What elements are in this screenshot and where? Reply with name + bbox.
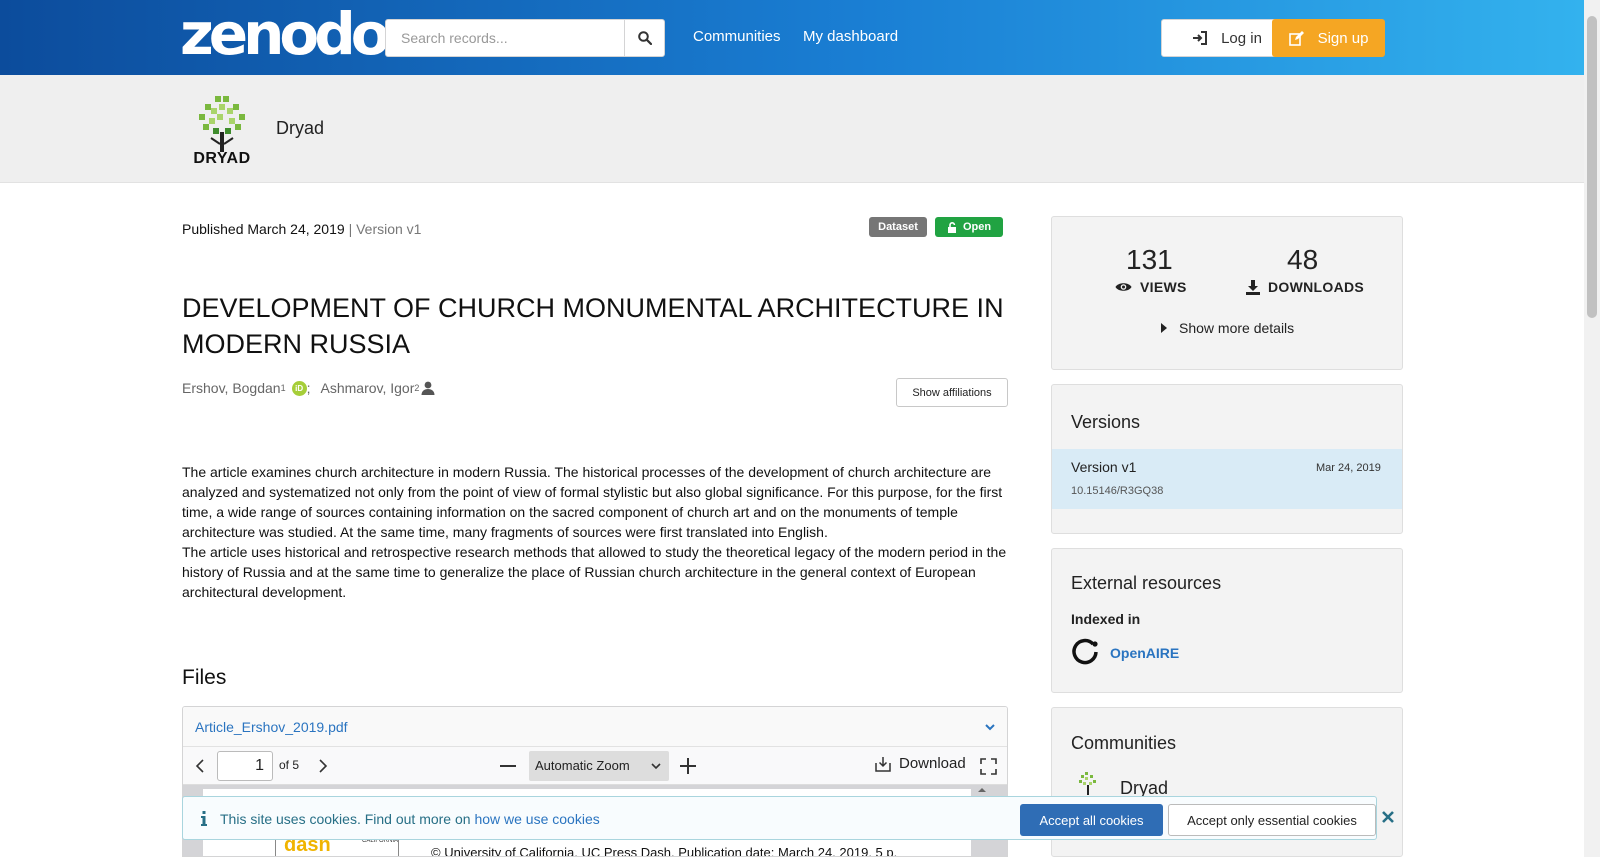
abstract: The article examines church architecture… [182, 462, 1012, 602]
files-heading: Files [182, 666, 227, 689]
sign-in-icon [1193, 31, 1208, 45]
eye-icon [1115, 283, 1132, 291]
search-icon [637, 31, 652, 45]
zenodo-logo[interactable]: zenodo [180, 4, 391, 64]
next-page-icon[interactable] [318, 759, 328, 773]
author-name[interactable]: Ashmarov, Igor [321, 380, 415, 396]
nav-communities[interactable]: Communities [693, 28, 781, 45]
previous-page-icon[interactable] [195, 759, 205, 773]
downloads-stat: DOWNLOADS [1246, 279, 1364, 295]
file-accordion-header[interactable]: Article_Ershov_2019.pdf [183, 707, 1007, 747]
views-label: VIEWS [1140, 279, 1187, 295]
dryad-community-icon [1079, 772, 1096, 795]
abstract-paragraph: The article examines church architecture… [182, 464, 1003, 540]
zoom-in-icon[interactable] [680, 758, 696, 774]
version-name[interactable]: Version v1 [1071, 459, 1136, 475]
accept-all-cookies-button[interactable]: Accept all cookies [1020, 804, 1163, 836]
downloads-label: DOWNLOADS [1268, 279, 1365, 295]
openaire-link[interactable]: OpenAIRE [1110, 645, 1179, 661]
affiliation-sup: 2 [414, 383, 420, 393]
abstract-paragraph: The article uses historical and retrospe… [182, 544, 1007, 600]
indexed-in-label: Indexed in [1071, 611, 1141, 627]
more-details-label: Show more details [1179, 320, 1295, 336]
authors-list: Ershov, Bogdan 1 iD ; Ashmarov, Igor 2 [182, 380, 435, 396]
community-name[interactable]: Dryad [276, 118, 324, 139]
user-icon [421, 381, 435, 395]
pdf-toolbar: 1 of 5 Automatic Zoom Download [183, 747, 1007, 785]
signup-button[interactable]: Sign up [1272, 19, 1385, 57]
version-doi: 10.15146/R3GQ38 [1071, 485, 1164, 497]
cookie-message: This site uses cookies. Find out more on… [220, 811, 600, 827]
unlock-icon [947, 221, 956, 233]
download-label: Download [899, 755, 966, 772]
scrollbar-thumb[interactable] [1587, 16, 1597, 318]
top-navbar: zenodo Search records... Communities My … [0, 0, 1584, 75]
dataset-label: Dataset [878, 221, 918, 233]
download-icon [1246, 279, 1260, 295]
cookie-banner: This site uses cookies. Find out more on… [182, 796, 1394, 840]
resource-type-badge: Dataset [869, 217, 927, 237]
search-button[interactable] [624, 19, 665, 57]
openaire-icon [1072, 638, 1098, 665]
record-title: DEVELOPMENT OF CHURCH MONUMENTAL ARCHITE… [182, 293, 1004, 359]
author-separator: ; [306, 380, 311, 396]
access-badge: Open [935, 217, 1003, 237]
download-icon [875, 756, 891, 772]
cookie-text: This site uses cookies. Find out more on [220, 811, 471, 827]
caret-right-icon [1161, 323, 1167, 333]
version-label: | Version v1 [348, 221, 422, 237]
zoom-value: Automatic Zoom [535, 758, 630, 773]
communities-title: Communities [1071, 733, 1177, 753]
page-count: of 5 [279, 758, 300, 772]
download-button[interactable]: Download [875, 755, 966, 772]
version-item[interactable] [1052, 449, 1402, 509]
file-link[interactable]: Article_Ershov_2019.pdf [195, 719, 348, 735]
signup-label: Sign up [1317, 29, 1369, 47]
accept-essential-cookies-button[interactable]: Accept only essential cookies [1168, 804, 1376, 836]
page-number-input[interactable]: 1 [217, 751, 273, 781]
nav-my-dashboard[interactable]: My dashboard [803, 28, 898, 45]
edit-icon [1288, 30, 1304, 46]
zoom-select[interactable]: Automatic Zoom [529, 751, 669, 781]
search-input[interactable]: Search records... [385, 19, 625, 57]
pdf-page-text: © University of California, UC Press Das… [431, 845, 898, 857]
pdf-scroll-up-icon[interactable] [975, 785, 989, 795]
external-resources-title: External resources [1071, 573, 1222, 593]
info-icon [201, 811, 207, 826]
login-label: Log in [1221, 29, 1262, 47]
published-date: Published March 24, 2019 [182, 221, 345, 237]
close-icon[interactable] [1382, 811, 1394, 823]
chevron-down-icon [651, 763, 661, 770]
affiliation-sup: 1 [280, 383, 286, 393]
author-name[interactable]: Ershov, Bogdan [182, 380, 281, 396]
versions-title: Versions [1071, 412, 1141, 432]
chevron-down-icon[interactable] [985, 723, 995, 731]
page-scrollbar[interactable] [1584, 0, 1600, 857]
zoom-out-icon[interactable] [500, 765, 516, 767]
views-count: 131 [1126, 244, 1173, 275]
show-more-details[interactable]: Show more details [1161, 320, 1294, 336]
fullscreen-icon[interactable] [980, 758, 997, 775]
open-label: Open [962, 221, 992, 233]
orcid-icon[interactable]: iD [291, 380, 307, 396]
cookie-policy-link[interactable]: how we use cookies [474, 811, 599, 827]
publication-info: Published March 24, 2019 | Version v1 [182, 221, 421, 237]
downloads-count: 48 [1287, 244, 1319, 275]
dryad-logo-text: DRYAD [193, 150, 251, 167]
version-date: Mar 24, 2019 [1316, 462, 1381, 474]
show-affiliations-button[interactable]: Show affiliations [896, 378, 1008, 407]
views-stat: VIEWS [1115, 279, 1187, 295]
